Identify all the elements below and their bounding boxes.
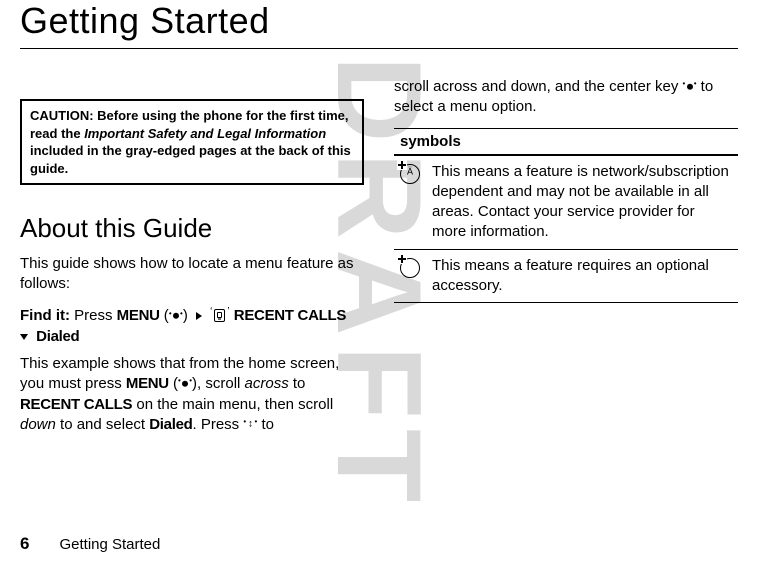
symbols-table: symbols Ä This means a feature is netwo… — [394, 128, 738, 304]
page-title: Getting Started — [20, 0, 738, 49]
cont-a: scroll across and down, and the center k… — [394, 78, 683, 95]
quote-dot-right: ’ — [227, 306, 229, 317]
para2-down: down — [20, 416, 56, 433]
para2-e: to and select — [56, 416, 149, 433]
caution-box: CAUTION: Before using the phone for the … — [20, 99, 364, 185]
about-this-guide-heading: About this Guide — [20, 213, 364, 244]
intro-paragraph: This guide shows how to locate a menu fe… — [20, 254, 364, 295]
network-symbol-cell: Ä — [394, 155, 426, 250]
center-key-icon-3 — [683, 82, 697, 92]
find-it-line: Find it: Press MENU () ‘’ RECENT CALLS D… — [20, 305, 364, 349]
accessory-icon — [400, 258, 420, 278]
find-it-label: Find it: — [20, 307, 70, 324]
page-content: Getting Started CAUTION: Before using th… — [0, 0, 758, 445]
continuation-paragraph: scroll across and down, and the center k… — [394, 77, 738, 118]
network-dependent-icon: Ä — [400, 164, 420, 184]
phone-menu-icon — [214, 309, 225, 322]
para2-menu: MENU — [126, 375, 169, 392]
page-footer: 6 Getting Started — [20, 534, 160, 554]
para2-across: across — [245, 375, 289, 392]
caution-after: included in the gray-edged pages at the … — [30, 143, 351, 176]
nav-arrow-down-icon — [20, 334, 28, 340]
scroll-key-icon: ↕ — [243, 419, 257, 431]
para2-g: to — [257, 416, 274, 433]
para2-recent: RECENT CALLS — [20, 396, 132, 413]
press-word: Press — [74, 307, 112, 324]
caution-label: CAUTION: — [30, 108, 94, 123]
symbols-header-row: symbols — [394, 128, 738, 155]
page-number: 6 — [20, 534, 29, 554]
two-column-layout: CAUTION: Before using the phone for the … — [20, 69, 738, 445]
center-key-icon — [169, 311, 183, 321]
para2-dialed: Dialed — [149, 416, 192, 433]
footer-section-label: Getting Started — [59, 536, 160, 553]
accessory-symbol-cell — [394, 249, 426, 303]
para2-c: to — [289, 375, 306, 392]
para2-d: on the main menu, then scroll — [132, 396, 333, 413]
quote-dot-left: ‘ — [210, 306, 212, 317]
recent-calls-label: RECENT CALLS — [234, 307, 346, 324]
example-paragraph: This example shows that from the home sc… — [20, 354, 364, 435]
accessory-symbol-text: This means a feature requires an optiona… — [426, 249, 738, 303]
caution-italic-title: Important Safety and Legal Information — [84, 126, 326, 141]
para2-f: . Press — [192, 416, 243, 433]
nav-arrow-right-icon — [196, 312, 202, 320]
symbols-header-cell: symbols — [394, 128, 738, 155]
right-column: scroll across and down, and the center k… — [394, 69, 738, 445]
para2-b: , scroll — [197, 375, 245, 392]
table-row: This means a feature requires an optiona… — [394, 249, 738, 303]
table-row: Ä This means a feature is network/subsc… — [394, 155, 738, 250]
network-symbol-text: This means a feature is network/subscrip… — [426, 155, 738, 250]
left-column: CAUTION: Before using the phone for the … — [20, 69, 364, 445]
dialed-label: Dialed — [36, 328, 79, 345]
menu-label: MENU — [117, 307, 160, 324]
center-key-icon-2 — [178, 379, 192, 389]
